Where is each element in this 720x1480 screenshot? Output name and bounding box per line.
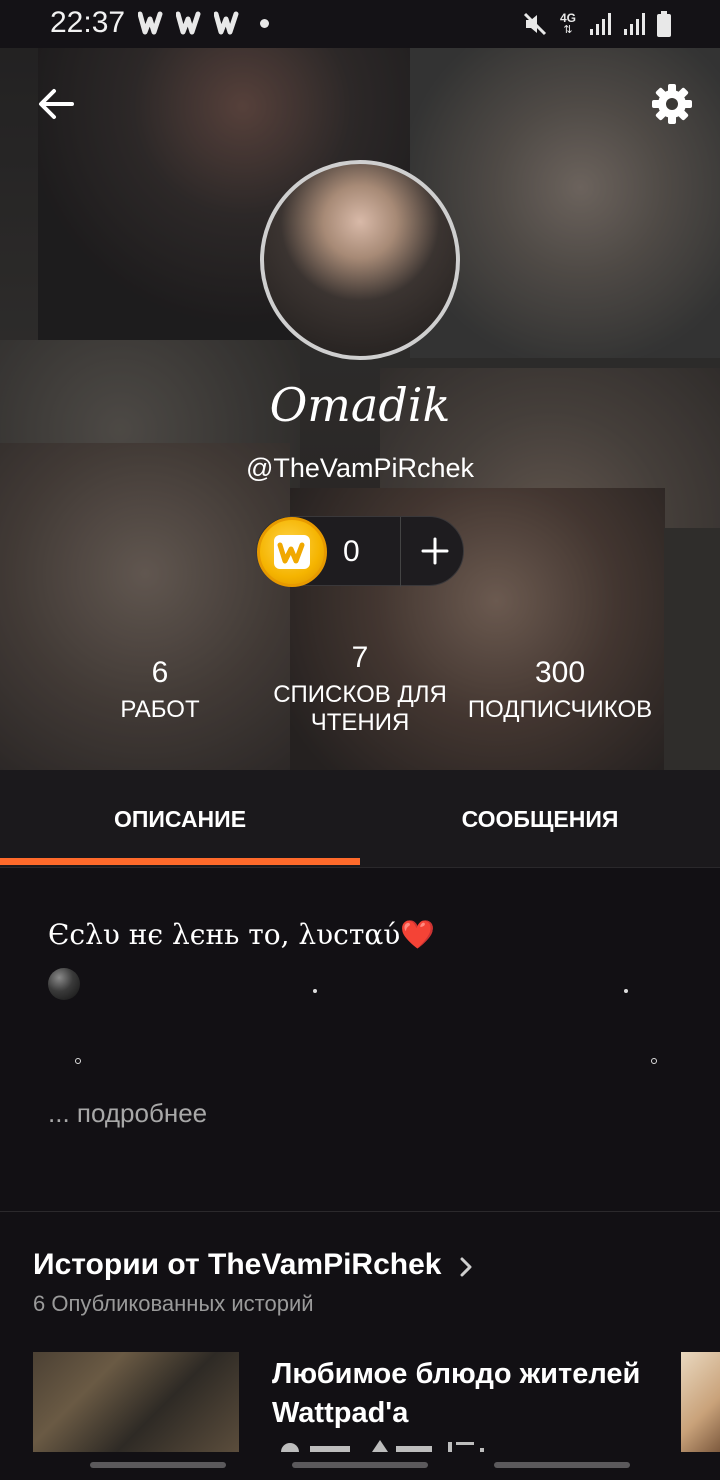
stat-value: 7 [351,641,369,674]
plus-icon [421,537,449,565]
wattpad-icon [138,11,163,35]
status-bar: 22:37 4G ⇅ [0,0,720,48]
status-time: 22:37 [50,6,126,39]
nav-home-button[interactable] [292,1462,428,1468]
stat-label: СПИСКОВ ДЛЯ ЧТЕНИЯ [273,681,447,736]
stat-followers[interactable]: 300 ПОДПИСЧИКОВ [460,656,660,724]
signal-icon [624,13,645,35]
nav-back-button[interactable] [494,1462,630,1468]
wattpad-icon [176,11,201,35]
story-title[interactable]: Любимое блюдо жителей Wattpad'a [272,1355,652,1433]
mute-icon [523,12,547,36]
system-nav-bar [0,1452,720,1480]
decor-dot [624,989,628,993]
coin-icon [257,517,327,587]
story-cover[interactable] [33,1352,239,1452]
story-stats [281,1440,484,1452]
heart-emoji: ❤️ [400,918,436,951]
arrow-left-icon [39,89,74,119]
avatar[interactable] [260,160,460,360]
profile-header: Omadik @TheVamPiRchek 0 6 РАБОТ 7 СПИСКО… [0,48,720,770]
tab-description[interactable]: ОПИСАНИЕ [0,770,360,868]
signal-icon [590,13,611,35]
decor-dot [313,989,317,993]
notification-icons [138,10,242,36]
section-divider [0,1211,720,1212]
wattpad-icon [214,11,239,35]
profile-tabs: ОПИСАНИЕ СООБЩЕНИЯ [0,770,720,868]
story-cover[interactable] [681,1352,720,1452]
gear-icon [652,84,692,124]
decor-ring [651,1058,657,1064]
battery-icon [657,11,671,37]
black-circle-emoji [48,968,80,1000]
coin-balance: 0 [256,516,464,587]
stat-value: 300 [534,656,586,689]
decor-ring [75,1058,81,1064]
stat-works[interactable]: 6 РАБОТ [60,656,260,724]
status-icons: 4G ⇅ [522,10,672,38]
description-section: Єсλυ нє λєнь то, λυстαύ❤️ ... подробнее [0,868,720,1212]
coin-divider [400,517,401,587]
description-text: Єсλυ нє λєнь то, λυстαύ❤️ [48,918,436,951]
stat-reading-lists[interactable]: 7 СПИСКОВ ДЛЯ ЧТЕНИЯ [260,641,460,737]
stories-heading[interactable]: Истории от TheVamPiRchek [33,1248,441,1282]
nav-recent-apps-button[interactable] [90,1462,226,1468]
add-coins-button[interactable] [409,525,461,577]
4g-icon: 4G ⇅ [559,11,576,36]
back-button[interactable] [34,82,78,126]
chevron-right-icon[interactable] [456,1254,476,1280]
stories-count: 6 Опубликованных историй [33,1291,314,1316]
tab-messages[interactable]: СООБЩЕНИЯ [360,770,720,868]
username: @TheVamPiRchek [246,453,474,483]
display-name: Omadik [269,378,451,432]
settings-button[interactable] [648,80,696,128]
stat-label: ПОДПИСЧИКОВ [467,696,653,723]
more-notifications-dot [260,19,269,28]
read-more-link[interactable]: ... подробнее [48,1098,207,1129]
coin-count: 0 [343,535,360,568]
active-tab-indicator [0,858,360,865]
stat-value: 6 [151,656,169,689]
stat-label: РАБОТ [120,696,200,723]
